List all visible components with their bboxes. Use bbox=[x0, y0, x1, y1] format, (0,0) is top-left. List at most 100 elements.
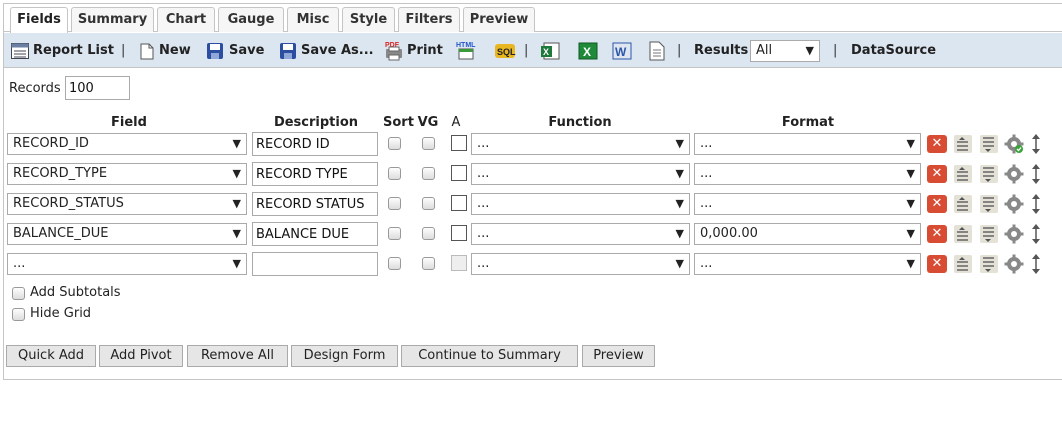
pdf-print-icon[interactable]: PDF bbox=[383, 39, 405, 61]
sort-checkbox[interactable] bbox=[388, 227, 401, 240]
format-select[interactable]: 0,000.00 ▼ bbox=[694, 223, 921, 245]
format-select[interactable]: ... ▼ bbox=[694, 133, 921, 155]
gear-icon[interactable] bbox=[1004, 134, 1024, 154]
move-down-icon[interactable] bbox=[979, 194, 999, 214]
save-button[interactable]: Save bbox=[229, 33, 264, 68]
sql-icon[interactable]: SQL bbox=[494, 43, 516, 59]
gear-icon[interactable] bbox=[1004, 164, 1024, 184]
move-up-icon[interactable] bbox=[953, 254, 973, 274]
print-button[interactable]: Print bbox=[407, 33, 443, 68]
tab-style[interactable]: Style bbox=[342, 7, 395, 32]
resize-vertical-icon[interactable] bbox=[1029, 163, 1043, 185]
sort-checkbox[interactable] bbox=[388, 167, 401, 180]
gear-icon[interactable] bbox=[1004, 224, 1024, 244]
move-down-icon[interactable] bbox=[979, 254, 999, 274]
field-select[interactable]: BALANCE_DUE ▼ bbox=[7, 223, 247, 245]
a-checkbox[interactable] bbox=[451, 225, 467, 241]
design-form-button[interactable]: Design Form bbox=[291, 345, 398, 367]
add-subtotals-label: Add Subtotals bbox=[30, 285, 121, 300]
move-up-icon[interactable] bbox=[953, 224, 973, 244]
delete-row-icon[interactable]: ✕ bbox=[927, 255, 947, 273]
results-select[interactable]: All ▼ bbox=[750, 40, 820, 62]
function-select[interactable]: ... ▼ bbox=[471, 133, 690, 155]
move-up-icon[interactable] bbox=[953, 134, 973, 154]
tab-summary[interactable]: Summary bbox=[71, 7, 154, 32]
add-subtotals-checkbox[interactable] bbox=[12, 287, 25, 300]
tab-chart[interactable]: Chart bbox=[157, 7, 215, 32]
field-select[interactable]: RECORD_STATUS ▼ bbox=[7, 193, 247, 215]
toolbar-separator: | bbox=[524, 43, 529, 58]
continue-to-summary-button[interactable]: Continue to Summary bbox=[401, 345, 578, 367]
preview-button[interactable]: Preview bbox=[582, 345, 655, 367]
field-select[interactable]: RECORD_ID ▼ bbox=[7, 133, 247, 155]
resize-vertical-icon[interactable] bbox=[1029, 133, 1043, 155]
report-list-icon[interactable] bbox=[11, 43, 29, 59]
a-checkbox[interactable] bbox=[451, 195, 467, 211]
quick-add-button[interactable]: Quick Add bbox=[6, 345, 96, 367]
delete-row-icon[interactable]: ✕ bbox=[927, 195, 947, 213]
description-input[interactable] bbox=[252, 162, 378, 186]
move-down-icon[interactable] bbox=[979, 164, 999, 184]
format-select[interactable]: ... ▼ bbox=[694, 163, 921, 185]
function-select[interactable]: ... ▼ bbox=[471, 163, 690, 185]
column-header-a: A bbox=[451, 115, 461, 130]
field-select[interactable]: RECORD_TYPE ▼ bbox=[7, 163, 247, 185]
delete-row-icon[interactable]: ✕ bbox=[927, 225, 947, 243]
report-list-button[interactable]: Report List bbox=[33, 33, 114, 68]
vg-checkbox[interactable] bbox=[422, 167, 435, 180]
datasource-button[interactable]: DataSource bbox=[851, 33, 936, 68]
sort-checkbox[interactable] bbox=[388, 137, 401, 150]
vg-checkbox[interactable] bbox=[422, 257, 435, 270]
new-document-icon[interactable] bbox=[140, 43, 154, 60]
a-checkbox[interactable] bbox=[451, 165, 467, 181]
move-down-icon[interactable] bbox=[979, 224, 999, 244]
vg-checkbox[interactable] bbox=[422, 227, 435, 240]
tab-preview[interactable]: Preview bbox=[463, 7, 535, 32]
html-icon[interactable]: HTML bbox=[455, 39, 477, 61]
function-select[interactable]: ... ▼ bbox=[471, 223, 690, 245]
word-icon[interactable]: W bbox=[612, 42, 632, 60]
format-select[interactable]: ... ▼ bbox=[694, 253, 921, 275]
gear-icon[interactable] bbox=[1004, 254, 1024, 274]
tab-fields[interactable]: Fields bbox=[10, 7, 68, 33]
a-checkbox[interactable] bbox=[451, 255, 467, 271]
move-up-icon[interactable] bbox=[953, 164, 973, 184]
excel-icon[interactable]: X bbox=[540, 42, 560, 60]
description-input[interactable] bbox=[252, 192, 378, 216]
excel-icon[interactable]: X bbox=[578, 42, 598, 60]
move-up-icon[interactable] bbox=[953, 194, 973, 214]
text-document-icon[interactable] bbox=[649, 41, 665, 61]
save-as-button[interactable]: Save As... bbox=[301, 33, 374, 68]
vg-checkbox[interactable] bbox=[422, 137, 435, 150]
delete-row-icon[interactable]: ✕ bbox=[927, 165, 947, 183]
records-input[interactable] bbox=[65, 76, 130, 100]
function-select[interactable]: ... ▼ bbox=[471, 193, 690, 215]
move-down-icon[interactable] bbox=[979, 134, 999, 154]
chevron-down-icon: ▼ bbox=[232, 167, 241, 180]
toolbar-separator: | bbox=[677, 43, 682, 58]
tab-misc[interactable]: Misc bbox=[287, 7, 339, 32]
remove-all-button[interactable]: Remove All bbox=[187, 345, 288, 367]
function-select[interactable]: ... ▼ bbox=[471, 253, 690, 275]
field-select[interactable]: ... ▼ bbox=[7, 253, 247, 275]
resize-vertical-icon[interactable] bbox=[1029, 223, 1043, 245]
format-select[interactable]: ... ▼ bbox=[694, 193, 921, 215]
a-checkbox[interactable] bbox=[451, 135, 467, 151]
new-button[interactable]: New bbox=[159, 33, 191, 68]
tab-filters[interactable]: Filters bbox=[398, 7, 460, 32]
description-input[interactable] bbox=[252, 252, 378, 276]
tab-gauge[interactable]: Gauge bbox=[218, 7, 284, 32]
save-as-icon[interactable] bbox=[279, 42, 297, 60]
resize-vertical-icon[interactable] bbox=[1029, 253, 1043, 275]
sort-checkbox[interactable] bbox=[388, 197, 401, 210]
sort-checkbox[interactable] bbox=[388, 257, 401, 270]
gear-icon[interactable] bbox=[1004, 194, 1024, 214]
description-input[interactable] bbox=[252, 132, 378, 156]
resize-vertical-icon[interactable] bbox=[1029, 193, 1043, 215]
add-pivot-button[interactable]: Add Pivot bbox=[99, 345, 183, 367]
vg-checkbox[interactable] bbox=[422, 197, 435, 210]
floppy-icon[interactable] bbox=[206, 42, 224, 60]
hide-grid-checkbox[interactable] bbox=[12, 308, 25, 321]
delete-row-icon[interactable]: ✕ bbox=[927, 135, 947, 153]
description-input[interactable] bbox=[252, 222, 378, 246]
